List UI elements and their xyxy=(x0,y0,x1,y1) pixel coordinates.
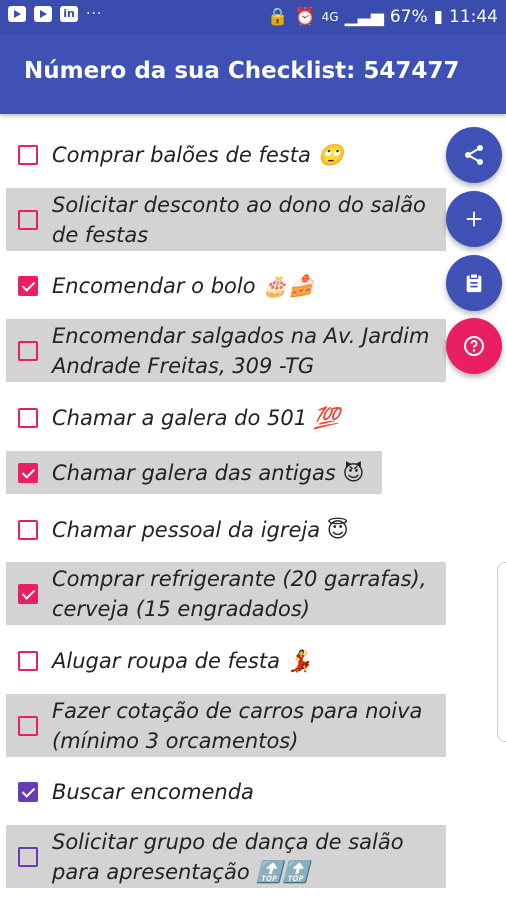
checkbox[interactable] xyxy=(18,520,38,540)
share-icon xyxy=(465,145,483,165)
item-label: Chamar pessoal da igreja 😇 xyxy=(52,518,349,542)
item-label: Chamar a galera do 501 💯 xyxy=(52,406,340,430)
checkbox[interactable] xyxy=(18,340,38,361)
signal-icon: ▁▃▅ xyxy=(344,7,384,27)
clipboard-button[interactable] xyxy=(446,255,502,311)
list-item[interactable]: Encomendar salgados na Av. Jardim Andrad… xyxy=(6,319,446,382)
checkbox[interactable] xyxy=(18,846,38,867)
checkbox[interactable] xyxy=(18,583,38,604)
list-item[interactable]: Alugar roupa de festa 💃 xyxy=(6,637,446,685)
checkbox[interactable] xyxy=(18,408,38,428)
linkedin-icon: in xyxy=(60,6,78,22)
item-label: Chamar galera das antigas 😈 xyxy=(52,460,365,485)
list-item[interactable]: Fazer cotação de carros para noiva (míni… xyxy=(6,694,446,757)
item-label: Buscar encomenda xyxy=(52,780,254,804)
checkbox[interactable] xyxy=(18,715,38,736)
list-item[interactable]: Chamar pessoal da igreja 😇 xyxy=(6,506,446,554)
share-button[interactable] xyxy=(446,127,502,183)
checkbox[interactable] xyxy=(18,651,38,671)
checkbox[interactable] xyxy=(18,276,38,296)
list-item[interactable]: Buscar encomenda xyxy=(6,768,446,816)
network-type: 4G xyxy=(321,10,339,24)
help-button[interactable] xyxy=(446,318,502,374)
more-icon: ··· xyxy=(86,6,103,22)
list-item[interactable]: Chamar galera das antigas 😈 xyxy=(6,451,382,494)
list-item[interactable]: Comprar refrigerante (20 garrafas), cerv… xyxy=(6,562,446,625)
item-label: Encomendar o bolo 🎂🍰 xyxy=(52,274,315,298)
checkbox[interactable] xyxy=(18,145,38,165)
app-bar: Número da sua Checklist: 547477 xyxy=(0,34,506,114)
list-item[interactable]: Encomendar o bolo 🎂🍰 xyxy=(6,262,446,310)
battery-icon: ▮ xyxy=(433,7,443,27)
checkbox[interactable] xyxy=(18,209,38,230)
page-title: Número da sua Checklist: 547477 xyxy=(24,58,460,84)
item-label: Encomendar salgados na Av. Jardim Andrad… xyxy=(52,323,430,378)
list-item[interactable]: Solicitar desconto ao dono do salão de f… xyxy=(6,188,446,251)
checkbox[interactable] xyxy=(18,782,38,802)
status-bar: in ··· 🔒 ⏰ 4G ▁▃▅ 67% ▮ 11:44 xyxy=(0,0,506,34)
item-label: Fazer cotação de carros para noiva (míni… xyxy=(52,698,423,753)
checkbox[interactable] xyxy=(18,462,38,483)
list-item[interactable]: Comprar balões de festa 🙄 xyxy=(6,131,446,179)
item-label: Solicitar desconto ao dono do salão de f… xyxy=(52,192,426,247)
edge-panel-handle[interactable] xyxy=(497,562,506,742)
lock-icon: 🔒 xyxy=(267,7,289,27)
battery-percent: 67% xyxy=(389,7,428,27)
youtube-icon xyxy=(34,6,52,22)
item-label: Alugar roupa de festa 💃 xyxy=(52,649,313,673)
item-label: Comprar refrigerante (20 garrafas), cerv… xyxy=(52,566,427,621)
list-item[interactable]: Chamar a galera do 501 💯 xyxy=(6,394,446,442)
item-label: Comprar balões de festa 🙄 xyxy=(52,143,344,167)
list-item[interactable]: Solicitar grupo de dança de salão para a… xyxy=(6,825,446,888)
add-button[interactable] xyxy=(446,191,502,247)
alarm-icon: ⏰ xyxy=(294,7,316,27)
help-icon xyxy=(464,336,484,356)
clock: 11:44 xyxy=(449,7,498,27)
item-label: Solicitar grupo de dança de salão para a… xyxy=(52,829,404,884)
add-icon xyxy=(466,211,482,227)
clipboard-icon xyxy=(466,273,482,293)
youtube-icon xyxy=(8,6,26,22)
